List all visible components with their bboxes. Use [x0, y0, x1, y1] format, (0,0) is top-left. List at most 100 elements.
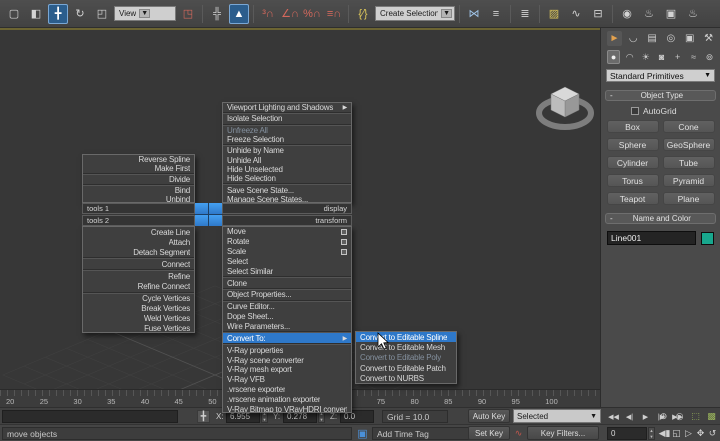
object-name-field[interactable]: Line001: [607, 231, 696, 245]
category-spacewarps-icon[interactable]: ≈: [687, 50, 700, 64]
edit-named-selections-icon[interactable]: {∕}: [353, 4, 373, 24]
menu-item[interactable]: Create Line: [83, 227, 194, 237]
quad-menu-center[interactable]: [195, 203, 222, 226]
object-type-button[interactable]: GeoSphere: [663, 138, 715, 151]
object-type-button[interactable]: Torus: [607, 174, 659, 187]
menu-item[interactable]: V-Ray Bitmap to VRayHDRI converter: [223, 404, 351, 413]
menu-item[interactable]: Rotate: [223, 237, 351, 247]
menu-item[interactable]: Clone: [223, 278, 351, 288]
menu-item[interactable]: Weld Vertices: [83, 314, 194, 324]
selection-region-icon[interactable]: ▢: [4, 4, 24, 24]
category-systems-icon[interactable]: ⊚: [703, 50, 716, 64]
prompt-field[interactable]: [2, 410, 178, 423]
mirror-icon[interactable]: ⋈: [464, 4, 484, 24]
spinner-snap-icon[interactable]: ≡∩: [324, 4, 344, 24]
object-type-button[interactable]: Teapot: [607, 192, 659, 205]
selection-set-key-dropdown[interactable]: Selected ▼: [513, 409, 601, 423]
object-type-button[interactable]: Plane: [663, 192, 715, 205]
menu-item[interactable]: Hide Unselected: [223, 165, 351, 174]
select-rotate-icon[interactable]: ↻: [70, 4, 90, 24]
material-editor-icon[interactable]: ◉: [617, 4, 637, 24]
menu-item[interactable]: Connect: [83, 259, 194, 269]
menu-item[interactable]: Convert To: ▶: [223, 333, 351, 343]
render-production-icon[interactable]: ♨: [683, 4, 703, 24]
select-manipulate-icon[interactable]: ╬: [207, 4, 227, 24]
menu-item[interactable]: Attach: [83, 237, 194, 247]
object-type-rollout[interactable]: - Object Type: [605, 90, 716, 101]
object-type-button[interactable]: Pyramid: [663, 174, 715, 187]
transform-gizmo-icon[interactable]: ╋: [197, 410, 210, 423]
category-lights-icon[interactable]: ☀: [639, 50, 652, 64]
zoom-all-icon[interactable]: ◎: [673, 410, 686, 423]
menu-item[interactable]: Wire Parameters...: [223, 322, 351, 332]
menu-item[interactable]: Fuse Vertices: [83, 324, 194, 333]
zoom-icon[interactable]: ⊕: [657, 410, 670, 423]
layer-manager-icon[interactable]: ≣: [515, 4, 535, 24]
percent-snap-icon[interactable]: %∩: [302, 4, 322, 24]
menu-item[interactable]: Scale: [223, 247, 351, 257]
blue-box-icon[interactable]: ▣: [356, 427, 369, 440]
menu-item[interactable]: Dope Sheet...: [223, 312, 351, 322]
category-geometry-icon[interactable]: ●: [607, 50, 620, 64]
menu-item[interactable]: Refine: [83, 271, 194, 281]
menu-item[interactable]: V-Ray mesh export: [223, 365, 351, 375]
current-time-field[interactable]: 0: [607, 427, 647, 440]
menu-item[interactable]: Unhide All: [223, 155, 351, 164]
category-cameras-icon[interactable]: ◙: [655, 50, 668, 64]
menu-item[interactable]: .vrscene animation exporter: [223, 395, 351, 405]
object-type-button[interactable]: Box: [607, 120, 659, 133]
menu-item[interactable]: Viewport Lighting and Shadows ▶: [223, 103, 351, 112]
key-filters-button[interactable]: Key Filters...: [527, 426, 599, 440]
auto-key-button[interactable]: Auto Key: [468, 409, 510, 423]
quad-header-transform[interactable]: transform: [222, 215, 352, 226]
menu-item[interactable]: Refine Connect: [83, 281, 194, 291]
menu-item[interactable]: Isolate Selection: [223, 114, 351, 123]
tab-utilities[interactable]: ⚒: [701, 31, 716, 46]
menu-item[interactable]: Manage Scene States...: [223, 195, 351, 203]
go-to-start-icon[interactable]: ◀◀: [607, 410, 620, 423]
menu-item[interactable]: V-Ray VFB: [223, 375, 351, 385]
window-crossing-icon[interactable]: ◧: [26, 4, 46, 24]
menu-item[interactable]: Make First: [83, 164, 194, 173]
pivot-point-icon[interactable]: ◳: [178, 4, 198, 24]
quad-header-tools1[interactable]: tools 1: [82, 203, 195, 214]
settings-box-icon[interactable]: [341, 249, 347, 255]
menu-item[interactable]: Convert to Editable Mesh: [356, 342, 456, 352]
named-selection-set-dropdown[interactable]: Create Selection Se ▼: [375, 6, 455, 21]
quad-header-tools2[interactable]: tools 2: [82, 215, 195, 226]
chevron-down-icon[interactable]: ▼: [704, 72, 711, 79]
previous-frame-icon[interactable]: ◀|: [623, 410, 636, 423]
menu-item[interactable]: Freeze Selection: [223, 135, 351, 144]
chevron-down-icon[interactable]: ▼: [139, 9, 150, 18]
render-setup-icon[interactable]: ♨: [639, 4, 659, 24]
category-helpers-icon[interactable]: +: [671, 50, 684, 64]
menu-item[interactable]: V-Ray properties: [223, 345, 351, 355]
menu-item[interactable]: Save Scene State...: [223, 185, 351, 194]
tab-create[interactable]: ►: [607, 31, 622, 46]
scene-explorer-icon[interactable]: ▨: [544, 4, 564, 24]
orbit-icon[interactable]: ↺: [708, 427, 717, 440]
autogrid-checkbox[interactable]: [631, 107, 639, 115]
zoom-region-icon[interactable]: ◱: [672, 427, 681, 440]
chevron-down-icon[interactable]: ▼: [441, 9, 452, 18]
curve-editor-icon[interactable]: ∿: [566, 4, 586, 24]
menu-item[interactable]: Move: [223, 227, 351, 237]
zoom-extents-all-icon[interactable]: ▩: [705, 410, 718, 423]
menu-item[interactable]: Unbind: [83, 195, 194, 203]
menu-item[interactable]: Reverse Spline: [83, 155, 194, 164]
menu-item[interactable]: Bind: [83, 186, 194, 195]
tab-motion[interactable]: ◎: [663, 31, 678, 46]
object-type-button[interactable]: Sphere: [607, 138, 659, 151]
view-dropdown[interactable]: View ▼: [114, 6, 176, 21]
pan-hand-icon[interactable]: ✥: [696, 427, 705, 440]
tab-display[interactable]: ▣: [682, 31, 697, 46]
menu-item[interactable]: Detach Segment: [83, 247, 194, 257]
select-scale-icon[interactable]: ◰: [92, 4, 112, 24]
menu-item[interactable]: Select: [223, 257, 351, 267]
primitives-dropdown[interactable]: Standard Primitives ▼: [606, 69, 715, 82]
align-icon[interactable]: ≡: [486, 4, 506, 24]
menu-item[interactable]: Break Vertices: [83, 304, 194, 314]
play-icon[interactable]: ▶: [639, 410, 652, 423]
object-type-button[interactable]: Cone: [663, 120, 715, 133]
menu-item[interactable]: Convert to Editable Poly: [356, 353, 456, 363]
